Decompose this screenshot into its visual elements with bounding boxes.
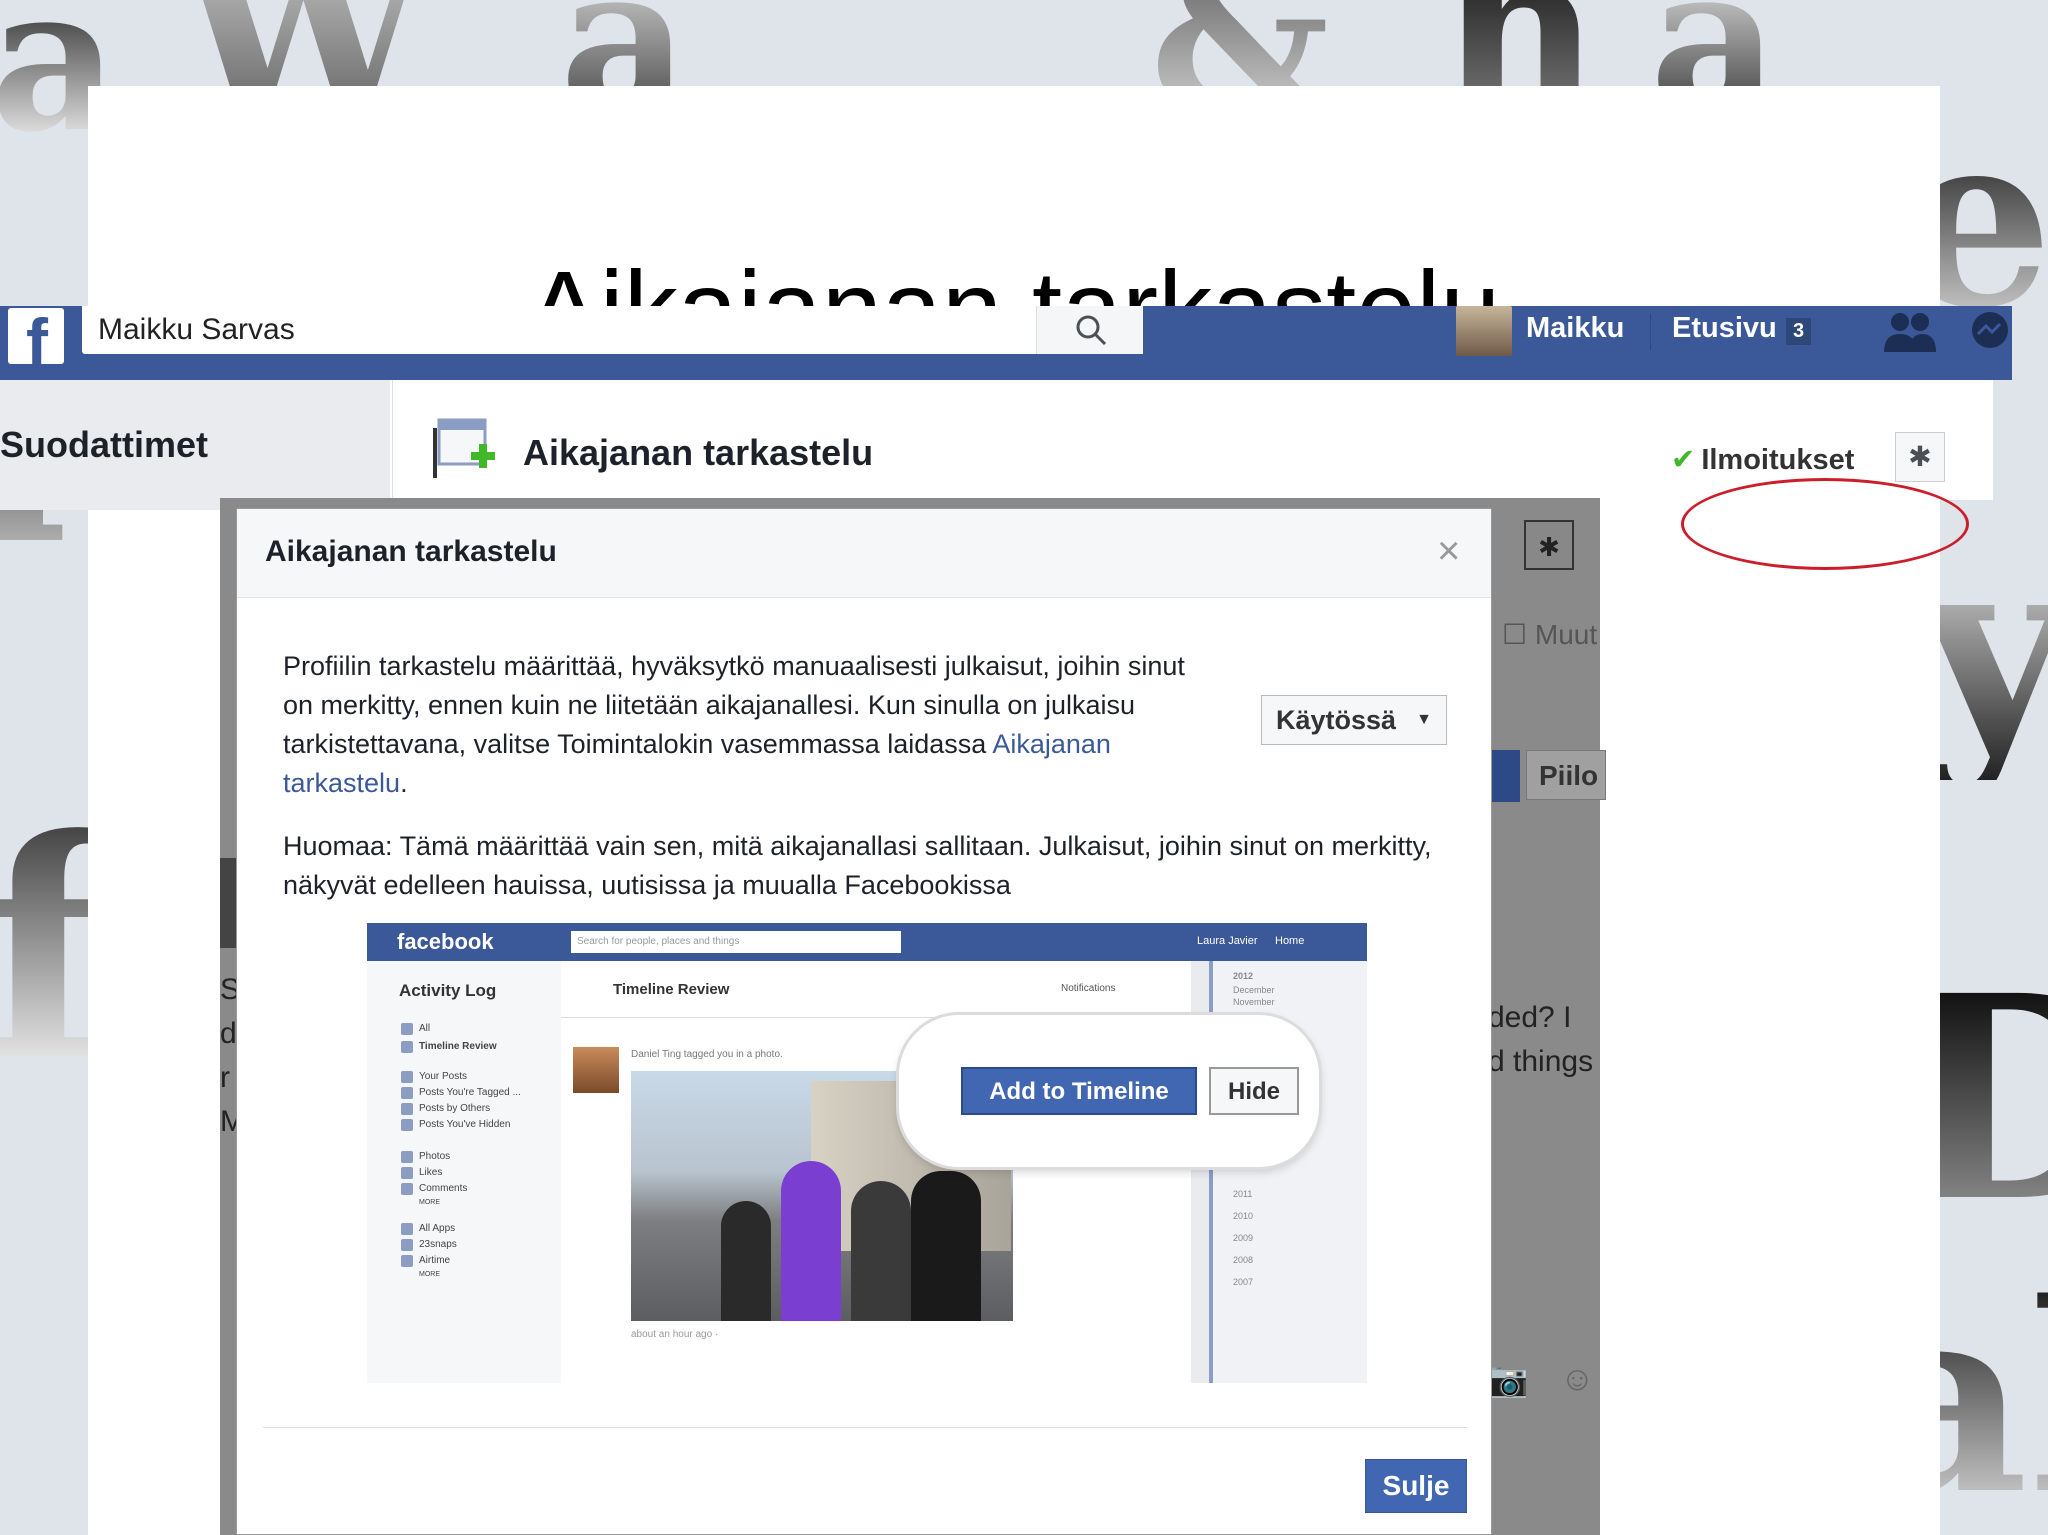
list-item: Posts by Others — [401, 1103, 490, 1115]
illustration-title: Timeline Review — [613, 981, 730, 998]
background-photo — [220, 858, 236, 948]
home-count-badge: 3 — [1786, 318, 1812, 345]
background-checkbox: ☐ Muut — [1502, 619, 1598, 650]
illustration-navbar: facebook Search for people, places and t… — [367, 923, 1367, 961]
dialog-note: Huomaa: Tämä määrittää vain sen, mitä ai… — [283, 831, 1432, 900]
search-input[interactable]: Maikku Sarvas — [82, 306, 1142, 354]
filters-heading: Suodattimet — [0, 424, 209, 465]
year-item: November — [1233, 997, 1275, 1007]
illustration-sidebar-title: Activity Log — [399, 981, 497, 1000]
background-text-right: ded? I d things — [1488, 1001, 1594, 1078]
year-item: 2008 — [1233, 1255, 1254, 1265]
hide-button: Hide — [1209, 1067, 1299, 1115]
year-item: December — [1233, 985, 1275, 995]
illustration-post-avatar — [573, 1047, 619, 1093]
enabled-dropdown-label: Käytössä — [1276, 705, 1397, 735]
year-item: 2010 — [1233, 1211, 1254, 1221]
year-item: 2011 — [1233, 1189, 1253, 1199]
notifications-toggle[interactable]: ✔ Ilmoitukset — [1671, 442, 1854, 477]
search-icon — [1076, 315, 1107, 346]
settings-gear-button[interactable]: ✱ — [1895, 432, 1945, 482]
notifications-label: Ilmoitukset — [1701, 444, 1855, 476]
year-item: 2009 — [1233, 1233, 1254, 1243]
illustration-home: Home — [1275, 935, 1305, 947]
illustration-user: Laura Javier — [1197, 935, 1258, 947]
add-to-timeline-button: Add to Timeline — [961, 1067, 1197, 1115]
background-blue-button — [1490, 750, 1520, 802]
caret-down-icon: ▼ — [1416, 711, 1432, 728]
timeline-review-illustration: facebook Search for people, places and t… — [367, 923, 1367, 1383]
list-item: Timeline Review — [401, 1041, 497, 1053]
list-item: MORE — [419, 1199, 440, 1206]
list-item: Likes — [401, 1167, 442, 1179]
facebook-logo-icon[interactable]: f — [8, 306, 64, 379]
messages-icon[interactable] — [1968, 308, 2012, 352]
friends-icon[interactable] — [1882, 310, 1938, 354]
list-item: Comments — [401, 1183, 467, 1195]
timeline-review-header: Aikajanan tarkastelu ✔ Ilmoitukset ✱ — [392, 380, 1993, 570]
dialog-header: Aikajanan tarkastelu × — [237, 509, 1491, 598]
facebook-screenshot: f Maikku Sarvas Maikku Etusivu 3 Suodatt… — [0, 306, 2012, 1535]
description-end: . — [400, 768, 408, 798]
profile-link[interactable]: Maikku — [1526, 312, 1624, 345]
background-checkbox-label: Muut — [1534, 619, 1598, 650]
illustration-header: Timeline Review Notifications — [561, 961, 1191, 1018]
divider — [1650, 314, 1651, 350]
illustration-sidebar: Activity Log All Timeline Review Your Po… — [367, 961, 561, 1383]
close-button[interactable]: Sulje — [1365, 1459, 1467, 1513]
avatar[interactable] — [1456, 306, 1512, 356]
divider — [263, 1427, 1467, 1428]
illustration-search: Search for people, places and things — [571, 931, 901, 953]
illustration-notifications: Notifications — [1061, 983, 1116, 994]
illustration-post-text: Daniel Ting tagged you in a photo. — [631, 1049, 783, 1060]
list-item: Posts You've Hidden — [401, 1119, 510, 1131]
list-item: Photos — [401, 1151, 450, 1163]
background-hide-button: Piilo — [1526, 750, 1606, 800]
year-item: 2012 — [1233, 971, 1254, 981]
page-title: Aikajanan tarkastelu — [523, 432, 874, 473]
annotation-circle — [1681, 478, 1969, 570]
list-item: MORE — [419, 1271, 440, 1278]
list-item: Posts You're Tagged ... — [401, 1087, 521, 1099]
illustration-post-time: about an hour ago · — [631, 1329, 719, 1340]
home-link[interactable]: Etusivu — [1672, 312, 1777, 345]
list-item: Your Posts — [401, 1071, 467, 1083]
search-button[interactable] — [1036, 306, 1143, 354]
filters-sidebar: Suodattimet — [0, 380, 390, 510]
dialog-title: Aikajanan tarkastelu — [265, 535, 557, 568]
enabled-dropdown[interactable]: Käytössä ▼ — [1261, 695, 1447, 745]
background-gear-icon: ✱ — [1524, 520, 1574, 570]
illustration-zoom-bubble: Add to Timeline Hide — [899, 1015, 1319, 1167]
list-item: All Apps — [401, 1223, 455, 1235]
smiley-icon: ☺ — [1560, 1360, 1595, 1398]
illustration-logo: facebook — [397, 929, 494, 954]
list-item: All — [401, 1023, 430, 1035]
list-item: 23snaps — [401, 1239, 457, 1251]
checkmark-icon: ✔ — [1671, 444, 1696, 476]
dialog-description: Profiilin tarkastelu määrittää, hyväksyt… — [283, 647, 1213, 803]
close-icon[interactable]: × — [1437, 529, 1460, 574]
timeline-review-icon — [433, 418, 495, 478]
year-item: 2007 — [1233, 1277, 1254, 1287]
list-item: Airtime — [401, 1255, 450, 1267]
gear-icon: ✱ — [1908, 441, 1932, 472]
timeline-review-dialog: Aikajanan tarkastelu × Profiilin tarkast… — [236, 508, 1492, 1535]
top-navigation-bar: f Maikku Sarvas Maikku Etusivu 3 — [0, 306, 2012, 380]
camera-icon: 📷 — [1486, 1361, 1529, 1399]
